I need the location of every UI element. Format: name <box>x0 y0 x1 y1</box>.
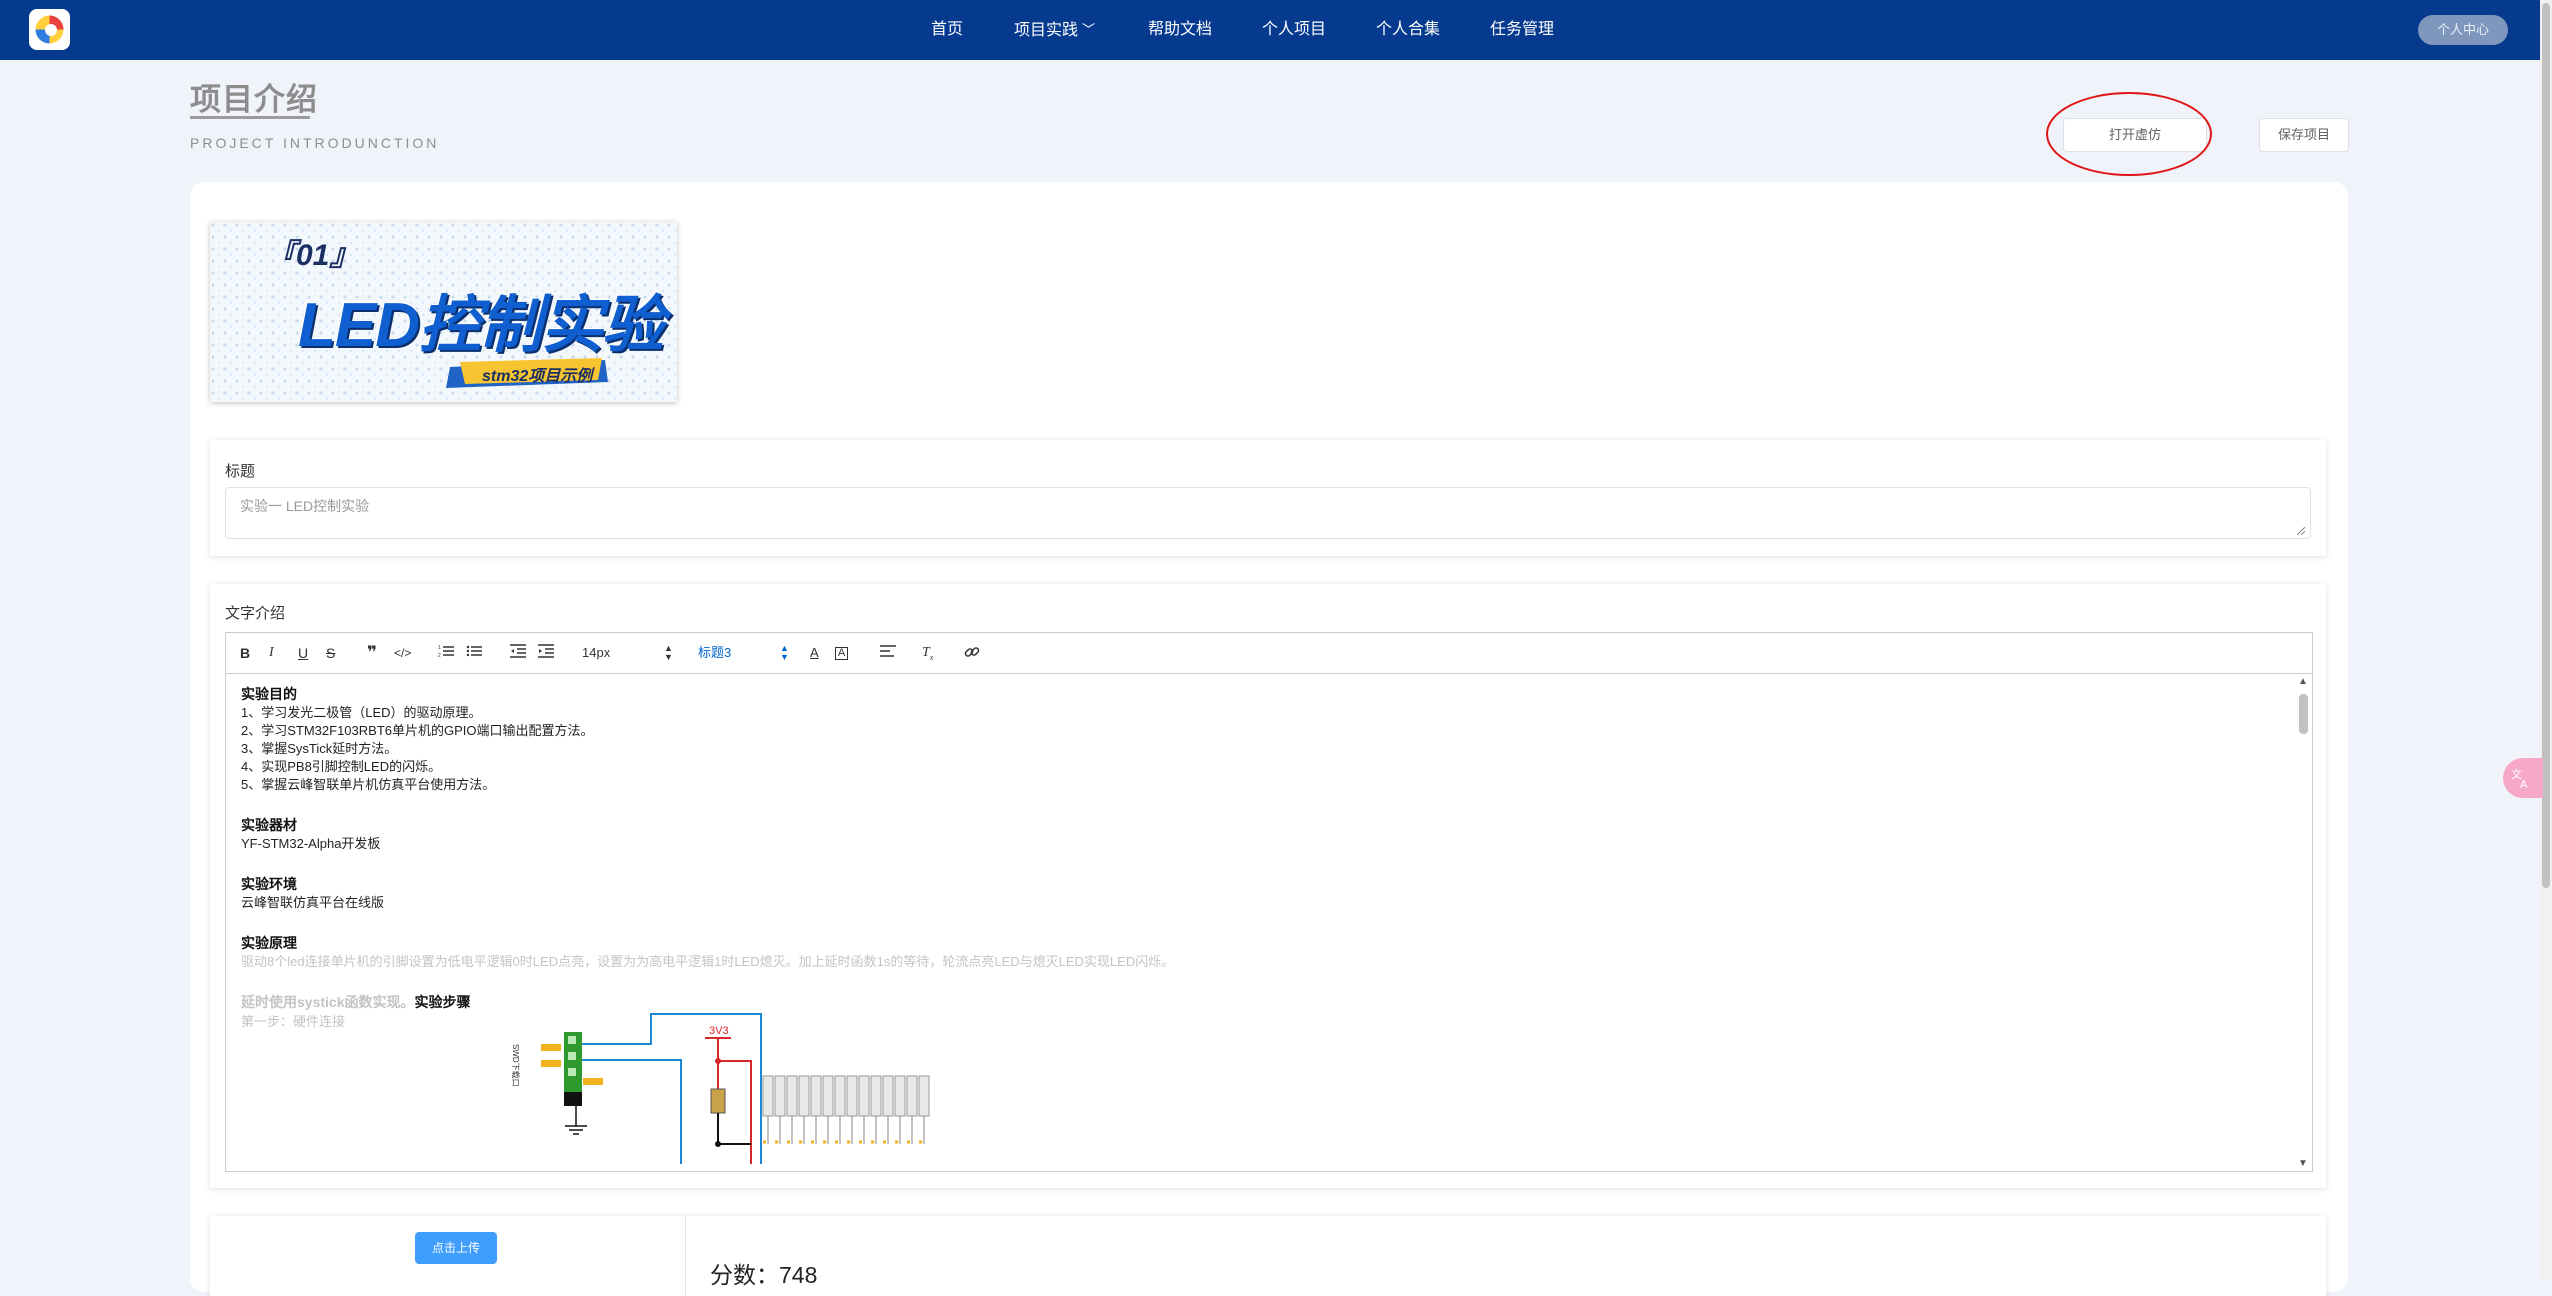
cover-image[interactable]: 『01』 LED控制实验 stm32项目示例 <box>210 222 677 402</box>
heading-select[interactable]: 标题3 ▲ ▼ <box>698 643 789 662</box>
save-project-button[interactable]: 保存项目 <box>2259 118 2349 152</box>
svg-text:A: A <box>2520 778 2528 791</box>
outdent-icon[interactable] <box>510 644 526 662</box>
circuit-diagram: SWD下载口 3V3 <box>511 1013 931 1164</box>
editor-content[interactable]: 实验目的 1、学习发光二极管（LED）的驱动原理。 2、学习STM32F103R… <box>226 674 2296 1171</box>
title-underline <box>190 116 310 119</box>
ordered-list-glyph: 12 <box>438 645 454 659</box>
nav-project-practice-label: 项目实践 <box>1014 22 1079 39</box>
strikethrough-icon[interactable]: S <box>326 644 335 662</box>
goal-line: 4、实现PB8引脚控制LED的闪烁。 <box>241 759 442 774</box>
nav-help-docs[interactable]: 帮助文档 <box>1148 19 1212 41</box>
indent-icon[interactable] <box>538 644 554 662</box>
ordered-list-icon[interactable]: 12 <box>438 644 454 662</box>
goal-line: 1、学习发光二极管（LED）的驱动原理。 <box>241 705 482 720</box>
bold-icon[interactable]: B <box>240 644 250 662</box>
page-subtitle: PROJECT INTRODUNCTION <box>190 135 440 151</box>
intro-label: 文字介绍 <box>225 605 286 622</box>
cover-number: 『01』 <box>266 239 360 272</box>
heading-steps: 实验步骤 <box>414 994 471 1010</box>
principle-text: 驱动8个led连接单片机的引脚设置为低电平逻辑0时LED点亮，设置为为高电平逻辑… <box>241 954 1175 969</box>
font-color-icon[interactable]: A <box>810 644 819 662</box>
equipment-text: YF-STM32-Alpha开发板 <box>241 836 381 851</box>
user-center-button[interactable]: 个人中心 <box>2418 15 2508 45</box>
svg-text:1: 1 <box>438 645 441 651</box>
goal-line: 5、掌握云峰智联单片机仿真平台使用方法。 <box>241 777 496 792</box>
chevron-down-icon: ﹀ <box>1082 22 1096 37</box>
page-title: 项目介绍 <box>190 82 318 117</box>
nav-personal-projects[interactable]: 个人项目 <box>1262 19 1326 41</box>
outdent-glyph <box>510 644 526 658</box>
nav-home[interactable]: 首页 <box>931 19 963 41</box>
nav-project-practice[interactable]: 项目实践 ﹀ <box>1014 19 1095 42</box>
link-icon[interactable] <box>964 644 980 662</box>
italic-icon[interactable]: I <box>269 644 274 662</box>
title-textarea[interactable]: 实验一 LED控制实验 <box>225 487 2311 539</box>
background-color-icon[interactable]: A <box>835 647 848 660</box>
heading-equipment: 实验器材 <box>241 817 297 833</box>
upload-button[interactable]: 点击上传 <box>415 1232 497 1264</box>
upload-section <box>210 1216 2326 1296</box>
bullet-list-icon[interactable] <box>466 644 482 662</box>
translate-icon[interactable]: 文 A <box>2503 758 2543 798</box>
resize-handle-icon[interactable] <box>2297 527 2305 535</box>
cover-tag: stm32项目示例 <box>482 368 593 385</box>
heading-value: 标题3 <box>698 645 732 660</box>
goal-line: 2、学习STM32F103RBT6单片机的GPIO端口输出配置方法。 <box>241 723 594 738</box>
environment-text: 云峰智联仿真平台在线版 <box>241 895 385 910</box>
title-section: 标题 实验一 LED控制实验 <box>210 440 2326 556</box>
open-simulation-button[interactable]: 打开虚仿 <box>2063 118 2207 152</box>
goal-line: 3、掌握SysTick延时方法。 <box>241 741 398 756</box>
cover-title: LED控制实验 <box>298 291 664 360</box>
editor-toolbar: B I U S ❞ </> 12 14px ▲ ▼ 标题3 ▲ ▼ A A Tx <box>226 633 2312 674</box>
nav-task-management[interactable]: 任务管理 <box>1490 19 1554 41</box>
underline-icon[interactable]: U <box>298 644 308 662</box>
scroll-down-icon[interactable]: ▼ <box>2298 1158 2308 1169</box>
font-size-value: 14px <box>582 645 611 660</box>
align-icon[interactable] <box>880 644 896 662</box>
heading-purpose: 实验目的 <box>241 686 297 702</box>
select-arrows-icon: ▲ ▼ <box>780 643 789 662</box>
svg-text:2: 2 <box>438 653 441 658</box>
intro-section: 文字介绍 B I U S ❞ </> 12 14px ▲ ▼ 标题3 ▲ ▼ A… <box>210 584 2326 1188</box>
heading-principle: 实验原理 <box>241 935 297 951</box>
align-left-glyph <box>880 645 896 657</box>
scroll-up-icon[interactable]: ▲ <box>2298 676 2308 687</box>
delay-note: 延时使用systick函数实现。 <box>241 994 415 1010</box>
nav-personal-collections[interactable]: 个人合集 <box>1376 19 1440 41</box>
indent-glyph <box>538 644 554 658</box>
heading-environment: 实验环境 <box>241 876 297 892</box>
page-scrollbar-thumb[interactable] <box>2542 3 2550 888</box>
led-array <box>762 1075 931 1144</box>
score-text: 分数：748 <box>710 1262 818 1288</box>
code-icon[interactable]: </> <box>394 644 411 662</box>
bullet-list-glyph <box>466 645 482 657</box>
svg-text:SWD下载口: SWD下载口 <box>511 1044 521 1087</box>
editor-scrollbar[interactable]: ▲ ▼ <box>2295 674 2312 1171</box>
top-navbar: 首页 项目实践 ﹀ 帮助文档 个人项目 个人合集 任务管理 个人中心 <box>0 0 2540 60</box>
page-scrollbar[interactable] <box>2540 0 2552 1280</box>
font-size-select[interactable]: 14px ▲ ▼ <box>582 643 673 662</box>
svg-text:3V3: 3V3 <box>709 1025 729 1037</box>
translate-glyph: 文 A <box>2511 767 2528 791</box>
select-arrows-icon: ▲ ▼ <box>664 643 673 662</box>
clear-format-icon[interactable]: Tx <box>922 644 933 662</box>
editor-scrollbar-thumb[interactable] <box>2299 694 2308 734</box>
blockquote-icon[interactable]: ❞ <box>367 644 377 662</box>
rich-text-editor[interactable]: B I U S ❞ </> 12 14px ▲ ▼ 标题3 ▲ ▼ A A Tx… <box>225 632 2313 1172</box>
section-divider <box>685 1216 686 1296</box>
link-glyph <box>964 647 980 657</box>
title-label: 标题 <box>225 463 256 480</box>
